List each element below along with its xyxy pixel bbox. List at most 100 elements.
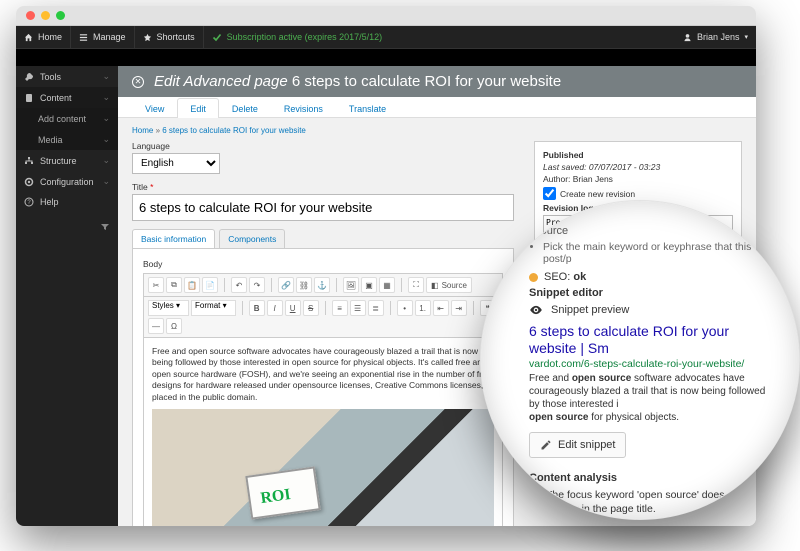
- breadcrumb: Home » 6 steps to calculate ROI for your…: [132, 126, 742, 135]
- copy-icon[interactable]: ⧉: [166, 277, 182, 293]
- edit-snippet-button[interactable]: Edit snippet: [529, 432, 626, 458]
- sidebar-item-structure[interactable]: Structure ⌄: [16, 150, 118, 171]
- wrench-icon: [24, 72, 34, 82]
- tab-translate[interactable]: Translate: [336, 98, 399, 118]
- content-analysis-heading: Content analysis: [529, 472, 771, 484]
- outdent-icon[interactable]: ⇤: [433, 300, 449, 316]
- hr-icon[interactable]: —: [148, 318, 164, 334]
- body-paragraph: Free and open source software advocates …: [152, 346, 494, 403]
- minimize-icon[interactable]: [41, 11, 50, 20]
- maximize-icon[interactable]: ⛶: [408, 277, 424, 293]
- align-right-icon[interactable]: ≣: [368, 300, 384, 316]
- manage-link[interactable]: Manage: [71, 26, 135, 48]
- media-icon[interactable]: ▣: [361, 277, 377, 293]
- roi-card-graphic: [245, 467, 320, 520]
- user-name: Brian Jens: [697, 32, 740, 42]
- admin-sidebar: Tools ⌄ Content ⌄ Add content ⌄ Media ⌄ …: [16, 66, 118, 526]
- redo-icon[interactable]: ↷: [249, 277, 265, 293]
- tab-view[interactable]: View: [132, 98, 177, 118]
- back-button[interactable]: ✕: [132, 76, 144, 88]
- bold-icon[interactable]: B: [249, 300, 265, 316]
- sidebar-label: Structure: [40, 156, 77, 166]
- snippet-editor-heading: Snippet editor: [529, 287, 771, 299]
- hamburger-icon: [79, 33, 88, 42]
- sidebar-item-help[interactable]: ? Help: [16, 192, 118, 212]
- shortcuts-link[interactable]: Shortcuts: [135, 26, 204, 48]
- manage-label: Manage: [93, 32, 126, 42]
- window-titlebar: [16, 6, 756, 26]
- cut-icon[interactable]: ✂: [148, 277, 164, 293]
- published-heading: Published: [543, 150, 733, 160]
- sidebar-item-content[interactable]: Content ⌄: [16, 87, 118, 108]
- user-menu[interactable]: Brian Jens ▾: [675, 26, 756, 48]
- source-button[interactable]: ◧ Source: [426, 277, 472, 293]
- format-select[interactable]: Format ▾: [191, 300, 236, 316]
- wysiwyg-toolbar-2: Styles ▾ Format ▾ B I U S ≡ ☰ ≣: [143, 297, 503, 338]
- home-label: Home: [38, 32, 62, 42]
- serp-url[interactable]: vardot.com/6-steps-calculate-roi-your-we…: [529, 358, 771, 370]
- sidebar-label: Configuration: [40, 177, 94, 187]
- subtab-basic[interactable]: Basic information: [132, 229, 215, 248]
- breadcrumb-home[interactable]: Home: [132, 126, 153, 135]
- specialchar-icon[interactable]: Ω: [166, 318, 182, 334]
- sidebar-collapse[interactable]: [16, 212, 118, 237]
- sidebar-item-add-content[interactable]: Add content ⌄: [16, 108, 118, 129]
- serp-description: Free and open source software advocates …: [529, 372, 771, 424]
- title-label: Title *: [132, 182, 514, 192]
- language-label: Language: [132, 141, 514, 151]
- align-center-icon[interactable]: ☰: [350, 300, 366, 316]
- seo-score: SEO: ok: [529, 271, 771, 283]
- list-ol-icon[interactable]: 1.: [415, 300, 431, 316]
- paste-text-icon[interactable]: 📄: [202, 277, 218, 293]
- page-header: ✕ Edit Advanced page 6 steps to calculat…: [118, 66, 756, 97]
- sidebar-label: Content: [40, 93, 72, 103]
- anchor-icon[interactable]: ⚓: [314, 277, 330, 293]
- sidebar-item-media[interactable]: Media ⌄: [16, 129, 118, 150]
- status-dot-icon: [529, 491, 538, 500]
- unlink-icon[interactable]: ⛓: [296, 277, 312, 293]
- create-revision-checkbox[interactable]: Create new revision: [543, 187, 733, 200]
- magnifier-lens: . source Pick the main keyword or keyphr…: [480, 200, 800, 520]
- align-left-icon[interactable]: ≡: [332, 300, 348, 316]
- chevron-down-icon: ⌄: [102, 134, 110, 145]
- title-input[interactable]: [132, 194, 514, 221]
- wysiwyg-body[interactable]: Free and open source software advocates …: [143, 338, 503, 526]
- check-icon: [212, 32, 222, 42]
- table-icon[interactable]: ▦: [379, 277, 395, 293]
- page-icon: [24, 93, 34, 103]
- create-revision-input[interactable]: [543, 187, 556, 200]
- home-link[interactable]: Home: [16, 26, 71, 48]
- chevron-down-icon: ▾: [744, 33, 748, 41]
- styles-select[interactable]: Styles ▾: [148, 300, 189, 316]
- strike-icon[interactable]: S: [303, 300, 319, 316]
- breadcrumb-current[interactable]: 6 steps to calculate ROI for your websit…: [162, 126, 306, 135]
- subtab-components[interactable]: Components: [219, 229, 285, 248]
- zoom-icon[interactable]: [56, 11, 65, 20]
- language-select[interactable]: English: [132, 153, 220, 174]
- link-icon[interactable]: 🔗: [278, 277, 294, 293]
- body-label: Body: [143, 259, 503, 269]
- sidebar-item-tools[interactable]: Tools ⌄: [16, 66, 118, 87]
- subscription-label: Subscription active (expires 2017/5/12): [227, 32, 383, 42]
- italic-icon[interactable]: I: [267, 300, 283, 316]
- close-icon[interactable]: [26, 11, 35, 20]
- paste-icon[interactable]: 📋: [184, 277, 200, 293]
- undo-icon[interactable]: ↶: [231, 277, 247, 293]
- underline-icon[interactable]: U: [285, 300, 301, 316]
- body-image: [152, 409, 494, 526]
- sidebar-item-configuration[interactable]: Configuration ⌄: [16, 171, 118, 192]
- serp-title[interactable]: 6 steps to calculate ROI for your websit…: [529, 323, 771, 357]
- tab-edit[interactable]: Edit: [177, 98, 219, 118]
- keyword-hint: Pick the main keyword or keyphrase that …: [543, 241, 771, 265]
- tab-delete[interactable]: Delete: [219, 98, 271, 118]
- gear-icon: [24, 177, 34, 187]
- image-icon[interactable]: 🖼: [343, 277, 359, 293]
- last-saved: Last saved: 07/07/2017 - 03:23: [543, 162, 733, 172]
- list-ul-icon[interactable]: •: [397, 300, 413, 316]
- analysis-item: The focus keyword 'open source' does not…: [529, 488, 771, 516]
- indent-icon[interactable]: ⇥: [451, 300, 467, 316]
- create-revision-label: Create new revision: [560, 189, 635, 199]
- tab-revisions[interactable]: Revisions: [271, 98, 336, 118]
- user-icon: [683, 33, 692, 42]
- page-title: Edit Advanced page 6 steps to calculate …: [154, 73, 561, 90]
